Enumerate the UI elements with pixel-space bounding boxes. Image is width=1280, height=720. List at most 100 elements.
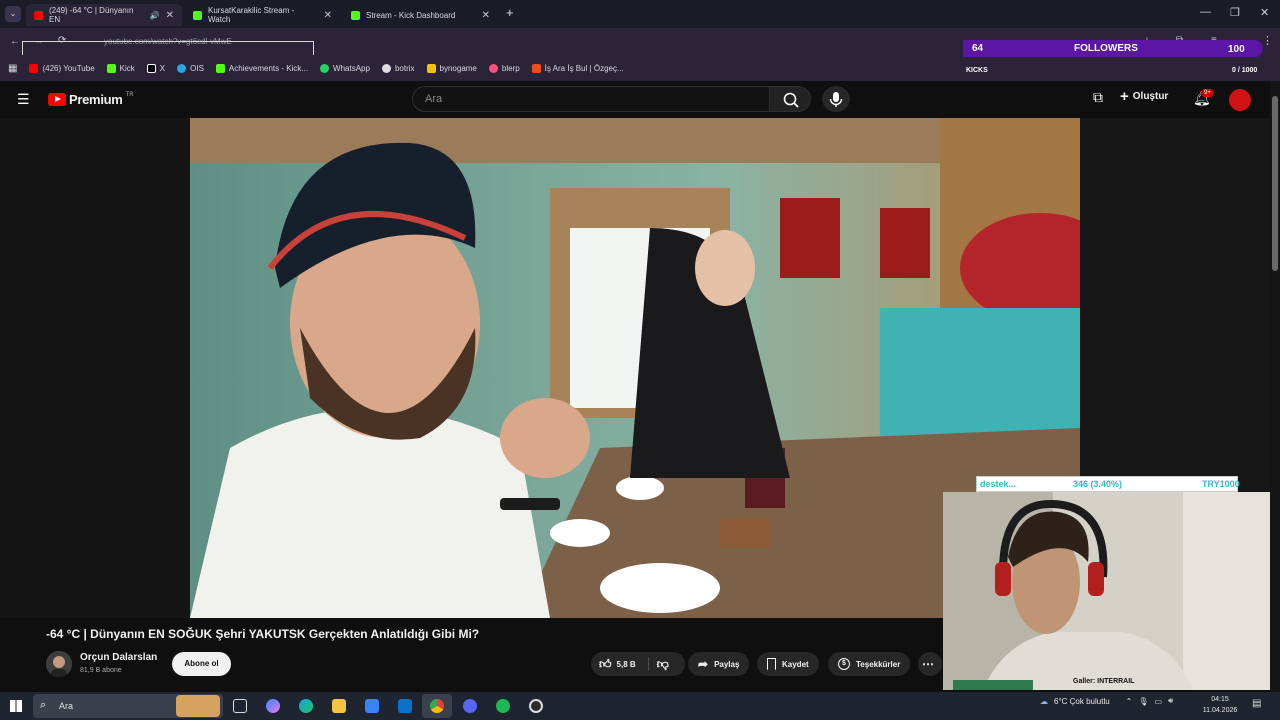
like-dislike-group: 👍︎ 5,8 B 👎︎: [591, 652, 685, 676]
video-title: -64 °C | Dünyanın EN SOĞUK Şehri YAKUTSK…: [46, 627, 480, 641]
taskbar-clock[interactable]: 04:15 11.04.2026: [1200, 694, 1240, 716]
notification-badge: 9+: [1201, 89, 1214, 97]
microphone-icon: [829, 92, 843, 107]
copilot-icon[interactable]: [266, 699, 280, 713]
voice-search-button[interactable]: [822, 86, 850, 112]
bookmark-youtube[interactable]: (426) YouTube: [29, 63, 95, 73]
hamburger-menu-icon[interactable]: ☰: [17, 91, 30, 108]
store-icon[interactable]: [365, 699, 379, 713]
notifications-center-icon[interactable]: ▤: [1252, 698, 1261, 709]
donation-goal-bar: destek... 346 (3.40%) TRY1000: [976, 476, 1240, 492]
system-tray: ☁ 6°C Çok bulutlu ⌃ 🎙︎ ▭ 🔊︎: [1040, 696, 1173, 706]
thumbs-down-icon: 👎︎: [656, 656, 669, 671]
create-button[interactable]: + Oluştur: [1120, 87, 1168, 105]
task-view-icon[interactable]: [233, 699, 247, 713]
microphone-tray-icon[interactable]: 🎙︎: [1138, 697, 1148, 706]
donation-label: destek...: [980, 479, 1017, 489]
back-icon[interactable]: ←: [10, 36, 20, 47]
tab-label: Stream - Kick Dashboard: [366, 10, 456, 20]
tab-search-button[interactable]: ⌄: [5, 6, 21, 22]
search-highlight-image: [176, 695, 220, 717]
clock-date: 11.04.2026: [1202, 707, 1238, 714]
more-actions-button[interactable]: ⋯: [918, 652, 942, 676]
super-thanks-icon: $: [838, 658, 850, 670]
spotify-icon[interactable]: [496, 699, 510, 713]
tray-overflow-icon[interactable]: ⌃: [1126, 697, 1133, 706]
kick-icon: [215, 63, 225, 73]
chrome-menu-icon[interactable]: ⋮: [1262, 34, 1273, 47]
maximize-icon[interactable]: ❐: [1230, 6, 1240, 19]
blerp-icon: [488, 63, 498, 73]
like-button[interactable]: 👍︎ 5,8 B: [599, 657, 636, 672]
search-input[interactable]: Ara: [412, 86, 770, 112]
tab-kick-stream[interactable]: KursatKarakilic Stream - Watch ✕: [185, 4, 340, 26]
channel-avatar[interactable]: [46, 651, 72, 677]
bookmark-bynogame[interactable]: bynogame: [426, 63, 477, 73]
dislike-button[interactable]: 👎︎: [657, 657, 669, 672]
apps-grid-icon[interactable]: ▦: [8, 63, 17, 74]
search-button[interactable]: [769, 86, 811, 112]
obs-icon[interactable]: [529, 699, 543, 713]
mail-icon[interactable]: [398, 699, 412, 713]
new-tab-button[interactable]: +: [506, 5, 514, 20]
clock-time: 04:15: [1211, 696, 1229, 703]
bookmark-ois[interactable]: OIS: [177, 63, 204, 73]
tab-kick-dashboard[interactable]: Stream - Kick Dashboard ✕: [343, 4, 498, 26]
kicks-progress: 0 / 1000: [1232, 67, 1258, 74]
bookmark-kick[interactable]: Kick: [106, 63, 135, 73]
plus-icon: +: [1120, 87, 1129, 105]
tab-close-icon[interactable]: ✕: [324, 10, 332, 21]
file-explorer-icon[interactable]: [332, 699, 346, 713]
network-icon[interactable]: ▭: [1155, 697, 1163, 706]
logo-text: Premium: [69, 92, 123, 107]
tab-youtube-video[interactable]: (249) -64 °C | Dünyanın EN 🔊 ✕: [26, 4, 182, 26]
bookmark-achievements[interactable]: Achievements - Kick...: [215, 63, 308, 73]
tab-label: KursatKarakilic Stream - Watch: [208, 6, 295, 24]
youtube-play-icon: [48, 93, 66, 106]
windows-start-icon[interactable]: [10, 700, 22, 712]
discord-icon[interactable]: [463, 699, 477, 713]
followers-label: FOLLOWERS: [1074, 43, 1138, 54]
avatar-image: [46, 651, 72, 677]
subscriber-count: 81,9 B abone: [80, 667, 122, 674]
channel-name[interactable]: Orçun Dalarslan: [80, 652, 157, 663]
tab-close-icon[interactable]: ✕: [166, 10, 174, 21]
bookmark-x[interactable]: X: [146, 63, 165, 73]
followers-goal: 100: [1228, 44, 1245, 55]
bookmark-botrix[interactable]: botrix: [381, 63, 415, 73]
kick-icon: [106, 63, 116, 73]
thanks-button[interactable]: $ Teşekkürler: [828, 652, 911, 676]
donation-progress: 346 (3.40%): [1073, 479, 1123, 489]
minimize-icon[interactable]: —: [1200, 6, 1211, 18]
bookmark-is-ara[interactable]: İş Ara İş Bul | Özgeç...: [531, 63, 624, 73]
youtube-icon: [29, 63, 39, 73]
kick-followers-goal: 64 FOLLOWERS 100: [963, 40, 1263, 57]
more-horizontal-icon: ⋯: [922, 657, 934, 671]
create-icon[interactable]: ⧉: [1093, 89, 1103, 106]
weather-icon: ☁: [1040, 696, 1048, 706]
share-button[interactable]: ➦ Paylaş: [688, 652, 750, 676]
youtube-logo[interactable]: Premium TR: [48, 92, 134, 107]
ois-icon: [177, 63, 187, 73]
tab-close-icon[interactable]: ✕: [482, 10, 490, 21]
kicks-label: KICKS: [966, 67, 988, 74]
bookmark-icon: [767, 658, 776, 670]
bookmark-blerp[interactable]: blerp: [488, 63, 520, 73]
bookmark-whatsapp[interactable]: WhatsApp: [320, 63, 370, 73]
page-scrollbar-thumb[interactable]: [1272, 96, 1278, 271]
account-avatar[interactable]: [1229, 89, 1251, 111]
edge-icon[interactable]: [299, 699, 313, 713]
weather-text[interactable]: 6°C Çok bulutlu: [1054, 697, 1110, 706]
share-icon: ➦: [698, 657, 709, 671]
donation-goal: TRY1000: [1202, 479, 1240, 489]
subscribe-button[interactable]: Abone ol: [172, 652, 231, 676]
close-window-icon[interactable]: ✕: [1260, 6, 1269, 19]
chrome-icon: [430, 699, 444, 713]
save-button[interactable]: Kaydet: [757, 652, 819, 676]
botrix-icon: [381, 63, 391, 73]
kick-favicon-icon: [351, 10, 360, 20]
followers-count: 64: [972, 43, 984, 54]
volume-icon[interactable]: 🔊︎: [1168, 696, 1173, 706]
x-icon: [146, 63, 156, 73]
player-letterbox-left: [0, 118, 190, 618]
